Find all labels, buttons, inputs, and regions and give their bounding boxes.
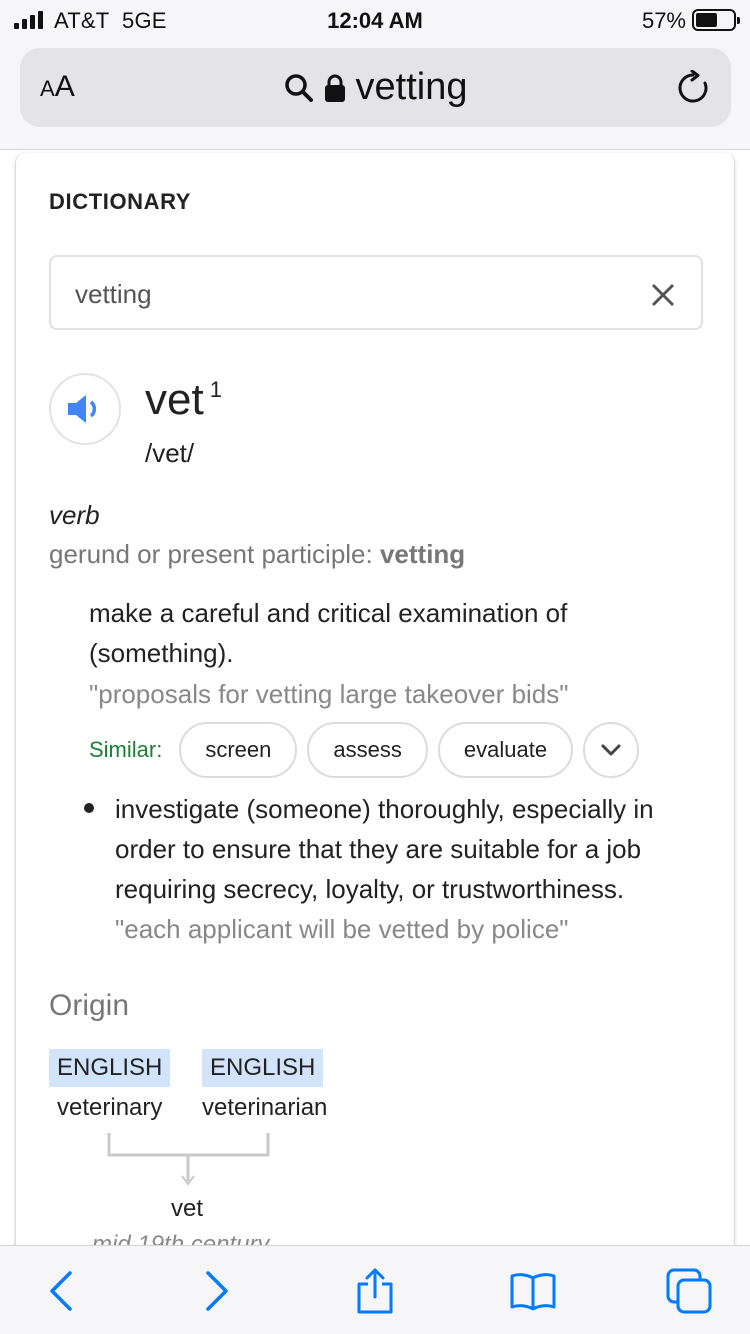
search-icon <box>284 73 313 102</box>
definition-1: make a careful and critical examination … <box>89 598 568 668</box>
part-of-speech: verb <box>49 500 100 530</box>
example-1: "proposals for vetting large takeover bi… <box>89 679 569 709</box>
origin-connector <box>107 1133 270 1186</box>
similar-chip-assess[interactable]: assess <box>307 722 428 778</box>
inflection-value: vetting <box>379 539 466 569</box>
section-title: DICTIONARY <box>49 189 192 214</box>
tabs-button[interactable] <box>664 1266 714 1316</box>
origin-source-word: veterinarian <box>202 1094 328 1121</box>
headword: vet 1 <box>145 375 222 424</box>
similar-words-row: Similar: screen assess evaluate <box>89 722 640 778</box>
similar-label: Similar: <box>89 737 163 762</box>
close-icon[interactable] <box>649 281 677 309</box>
share-icon <box>357 1268 393 1314</box>
back-button[interactable] <box>36 1266 86 1316</box>
pronounce-button[interactable] <box>49 373 121 445</box>
example-2: "each applicant will be vetted by police… <box>115 914 569 944</box>
dictionary-search-input[interactable]: vetting <box>49 255 703 330</box>
tabs-icon <box>666 1268 712 1314</box>
status-time: 12:04 AM <box>327 8 423 33</box>
origin-language-tag: ENGLISH <box>202 1049 324 1087</box>
search-value: vetting <box>75 279 152 309</box>
origin-result-word: vet <box>171 1195 204 1222</box>
forward-chevron-icon <box>206 1271 228 1311</box>
similar-chip-evaluate[interactable]: evaluate <box>437 722 574 778</box>
chevron-down-icon <box>601 744 621 756</box>
status-bar: AT&T 5GE 12:04 AM 57% <box>0 0 750 44</box>
battery-percent: 57% <box>641 8 686 33</box>
dictionary-card: DICTIONARY vetting vet 1 /vet/ verb gerun… <box>15 153 735 1258</box>
bookmarks-button[interactable] <box>508 1266 558 1316</box>
reload-icon[interactable] <box>675 70 711 106</box>
origin-source-word: veterinary <box>57 1094 163 1121</box>
browser-toolbar <box>0 1245 750 1334</box>
homograph-number: 1 <box>209 377 222 402</box>
forward-button[interactable] <box>192 1266 242 1316</box>
address-bar[interactable]: AA vetting <box>20 48 731 127</box>
origin-title: Origin <box>49 989 130 1022</box>
definition-2: investigate (someone) thoroughly, especi… <box>115 794 654 904</box>
origin-language-tag: ENGLISH <box>49 1049 171 1087</box>
battery-icon <box>692 9 740 31</box>
inflection: gerund or present participle: vetting <box>49 539 466 569</box>
lock-icon <box>324 74 345 102</box>
similar-more-button[interactable] <box>583 722 640 778</box>
browser-top-chrome: AT&T 5GE 12:04 AM 57% AA vetting <box>0 0 750 150</box>
share-button[interactable] <box>350 1266 400 1316</box>
speaker-icon <box>68 395 97 423</box>
url-text: vetting <box>355 66 468 108</box>
definition-bullet <box>84 803 94 813</box>
phonetic-spelling: /vet/ <box>145 438 195 468</box>
bookmarks-icon <box>510 1273 556 1311</box>
url-display[interactable]: vetting <box>20 66 731 109</box>
back-chevron-icon <box>50 1271 72 1311</box>
similar-chip-screen[interactable]: screen <box>179 722 298 778</box>
